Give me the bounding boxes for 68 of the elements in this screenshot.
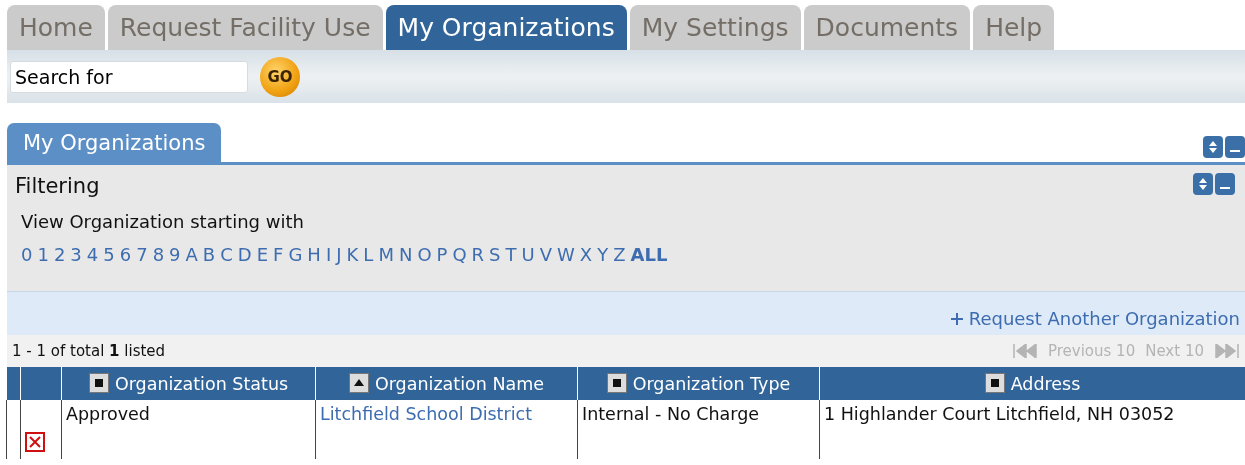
nav-tab[interactable]: My Settings (629, 5, 801, 50)
letter-link[interactable]: C (220, 244, 233, 265)
letter-link[interactable]: 2 (53, 244, 66, 265)
letter-link[interactable]: F (273, 244, 284, 265)
table-cell: Approved (61, 400, 316, 459)
letter-link[interactable]: 5 (103, 244, 115, 265)
letter-link[interactable]: 3 (70, 244, 82, 265)
nav-tab[interactable]: Documents (803, 5, 971, 50)
plus-icon (950, 312, 963, 325)
letter-link[interactable]: W (557, 244, 575, 265)
expand-icon[interactable] (1193, 173, 1213, 195)
letter-link[interactable]: H (307, 244, 321, 265)
sort-icon[interactable] (88, 373, 109, 393)
letter-link[interactable]: D (237, 244, 252, 265)
letter-link[interactable]: Q (452, 244, 467, 265)
organization-link[interactable]: Litchfield School District (320, 404, 533, 424)
column-header[interactable]: Organization Status (61, 367, 316, 400)
letter-link[interactable]: 4 (86, 244, 99, 265)
table-cell: Internal - No Charge (577, 400, 820, 459)
letter-link[interactable]: P (436, 244, 448, 265)
letter-link[interactable]: 0 (21, 244, 33, 265)
panel-tab[interactable]: My Organizations (7, 123, 222, 162)
nav-tab[interactable]: My Organizations (385, 5, 627, 50)
letter-link[interactable]: G (288, 244, 303, 265)
nav-tab[interactable]: Home (7, 5, 105, 50)
request-link[interactable]: Request Another Organization (950, 308, 1240, 329)
letter-link[interactable]: V (539, 244, 553, 265)
column-header[interactable]: Organization Type (577, 367, 820, 400)
minimize-icon[interactable] (1215, 173, 1235, 195)
letter-link[interactable]: 1 (37, 244, 49, 265)
sort-up-icon[interactable] (348, 373, 369, 393)
sort-icon[interactable] (984, 373, 1005, 393)
letter-link[interactable]: Y (597, 244, 609, 265)
letter-link[interactable]: O (417, 244, 432, 265)
filter-title: Filtering (15, 174, 100, 198)
letter-link[interactable]: 6 (119, 244, 132, 265)
expand-icon[interactable] (1203, 136, 1223, 158)
letter-link[interactable]: E (256, 244, 269, 265)
column-header[interactable]: Organization Name (315, 367, 578, 400)
go-button[interactable]: GO (260, 56, 300, 97)
sort-icon[interactable] (606, 373, 627, 393)
nav-tab[interactable]: Request Facility Use (107, 5, 383, 50)
letter-link[interactable]: I (325, 244, 332, 265)
letter-link[interactable]: U (521, 244, 535, 265)
delete-icon[interactable] (25, 432, 45, 452)
letter-link[interactable]: Z (613, 244, 626, 265)
letter-link[interactable]: 9 (169, 244, 181, 265)
letter-link[interactable]: S (489, 244, 501, 265)
letter-link[interactable]: ALL (630, 244, 668, 265)
letter-link[interactable]: 7 (136, 244, 148, 265)
letter-link[interactable]: L (363, 244, 374, 265)
letter-link[interactable]: T (505, 244, 517, 265)
minimize-icon[interactable] (1225, 136, 1245, 158)
letter-link[interactable]: N (398, 244, 413, 265)
column-header[interactable]: Address (819, 367, 1245, 400)
filter-prompt: View Organization starting with (21, 211, 305, 232)
letter-link[interactable]: R (471, 244, 485, 265)
search-field[interactable]: Search for (10, 60, 248, 93)
letter-link[interactable]: M (378, 244, 394, 265)
letter-link[interactable]: J (336, 244, 342, 265)
letter-link[interactable]: B (202, 244, 216, 265)
letter-link[interactable]: A (185, 244, 198, 265)
table-cell: 1 Highlander Court Litchfield, NH 03052 (819, 400, 1245, 459)
letter-link[interactable]: X (579, 244, 593, 265)
result-count: 1 - 1 of total 1 listed (12, 342, 166, 360)
nav-tab[interactable]: Help (973, 5, 1055, 50)
letter-link[interactable]: K (346, 244, 359, 265)
letter-link[interactable]: 8 (152, 244, 165, 265)
